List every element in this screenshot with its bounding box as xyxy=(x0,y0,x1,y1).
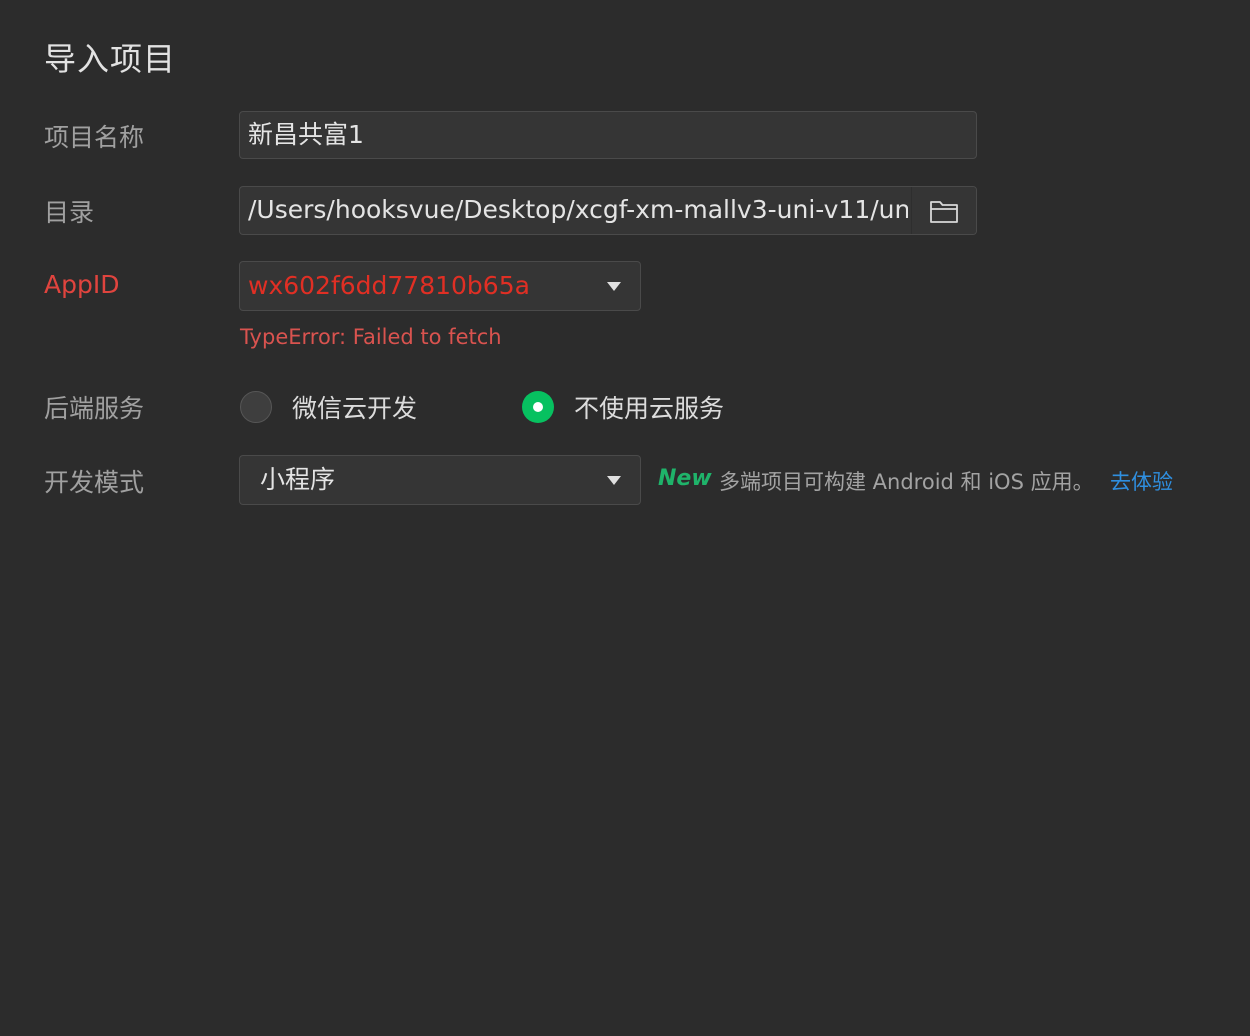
new-badge: New xyxy=(658,466,712,491)
project-name-input[interactable]: 新昌共富1 xyxy=(239,111,977,159)
dev-mode-value: 小程序 xyxy=(260,465,336,494)
page-title: 导入项目 xyxy=(44,40,177,78)
chevron-down-icon xyxy=(607,282,621,291)
folder-icon xyxy=(930,200,958,223)
project-name-label: 项目名称 xyxy=(44,123,145,152)
appid-label: AppID xyxy=(44,270,120,299)
directory-label: 目录 xyxy=(44,198,95,227)
dev-mode-label: 开发模式 xyxy=(44,468,145,497)
radio-wechat-cloud[interactable] xyxy=(240,391,272,423)
directory-value: /Users/hooksvue/Desktop/xcgf-xm-mallv3-u… xyxy=(248,195,908,224)
backend-service-label: 后端服务 xyxy=(44,394,145,423)
appid-select[interactable]: wx602f6dd77810b65a xyxy=(239,261,641,311)
try-it-link[interactable]: 去体验 xyxy=(1110,466,1173,496)
multi-platform-promo-text: 多端项目可构建 Android 和 iOS 应用。 xyxy=(719,470,1094,494)
directory-input[interactable]: /Users/hooksvue/Desktop/xcgf-xm-mallv3-u… xyxy=(239,186,977,235)
project-name-value: 新昌共富1 xyxy=(248,120,364,149)
appid-error-message: TypeError: Failed to fetch xyxy=(240,325,502,349)
browse-folder-button[interactable] xyxy=(911,187,976,234)
radio-wechat-cloud-label[interactable]: 微信云开发 xyxy=(292,389,417,425)
radio-no-cloud-label[interactable]: 不使用云服务 xyxy=(574,389,724,425)
appid-value: wx602f6dd77810b65a xyxy=(248,271,530,300)
radio-no-cloud[interactable] xyxy=(522,391,554,423)
chevron-down-icon xyxy=(607,476,621,485)
dev-mode-select[interactable]: 小程序 xyxy=(239,455,641,505)
